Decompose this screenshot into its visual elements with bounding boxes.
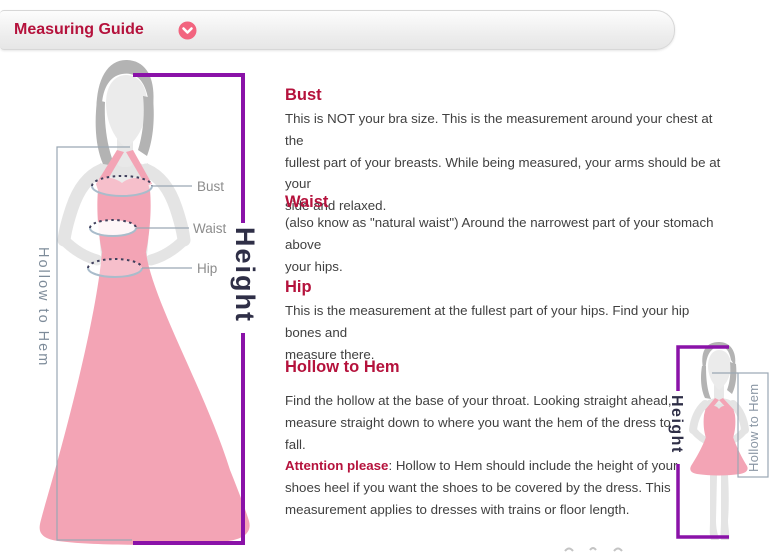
right-arm xyxy=(146,170,184,240)
clipped-bottom-text xyxy=(565,548,622,551)
right-forearm xyxy=(151,240,184,260)
hip-description: This is the measurement at the fullest p… xyxy=(285,300,727,365)
waist-label: Waist xyxy=(193,221,226,236)
face xyxy=(106,75,147,148)
small-dress-skirt xyxy=(690,437,747,476)
left-forearm xyxy=(64,240,97,260)
waist-description: (also know as "natural waist") Around th… xyxy=(285,212,727,277)
dress-skirt xyxy=(40,252,250,545)
small-right-leg xyxy=(721,475,730,540)
hollow-to-hem-heading: Hollow to Hem xyxy=(285,358,400,377)
bust-heading: Bust xyxy=(285,86,322,105)
waist-ellipse xyxy=(90,220,136,236)
hollow-to-hem-description: Find the hollow at the base of your thro… xyxy=(285,390,685,521)
bust-ellipse xyxy=(92,176,152,196)
hip-label: Hip xyxy=(197,261,217,276)
small-hollow-to-hem-label: Hollow to Hem xyxy=(746,384,761,472)
hip-ellipse xyxy=(88,259,142,277)
attention-label: Attention please xyxy=(285,458,388,473)
hollow-description-part1: Find the hollow at the base of your thro… xyxy=(285,393,672,452)
bust-description: This is NOT your bra size. This is the m… xyxy=(285,108,727,217)
small-left-arm xyxy=(693,404,705,430)
bust-label: Bust xyxy=(197,179,224,194)
hollow-to-hem-label: Hollow to Hem xyxy=(35,247,51,367)
waist-heading: Waist xyxy=(285,193,328,212)
hip-heading: Hip xyxy=(285,278,312,297)
small-dress-bodice xyxy=(704,406,736,441)
measuring-guide-page: Measuring Guide xyxy=(0,0,778,553)
small-left-leg xyxy=(710,475,719,540)
height-label: Height xyxy=(230,227,260,323)
large-figure: Bust Waist Hip Height Hollow to Hem xyxy=(35,60,260,545)
